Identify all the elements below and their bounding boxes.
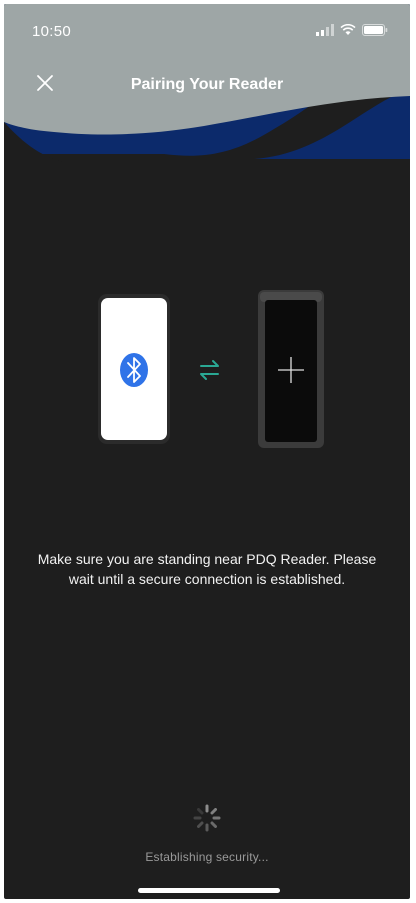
- bluetooth-icon: [120, 353, 148, 387]
- battery-icon: [362, 24, 388, 36]
- wifi-icon: [340, 24, 356, 35]
- pairing-illustration: [98, 290, 324, 448]
- status-icons: [316, 24, 388, 36]
- status-bar: 10:50: [4, 4, 410, 54]
- home-indicator[interactable]: [138, 888, 280, 893]
- page-title: Pairing Your Reader: [130, 76, 284, 93]
- connection-status: Establishing security...: [145, 850, 269, 864]
- swap-arrows-icon: [200, 360, 219, 380]
- loading-spinner-icon: [193, 804, 221, 832]
- app-screen: 10:50 Pairing Your Reader Make sure you …: [4, 4, 410, 899]
- pairing-instructions: Make sure you are standing near PDQ Read…: [37, 551, 377, 587]
- status-time: 10:50: [32, 23, 72, 40]
- cellular-signal-icon: [316, 24, 334, 36]
